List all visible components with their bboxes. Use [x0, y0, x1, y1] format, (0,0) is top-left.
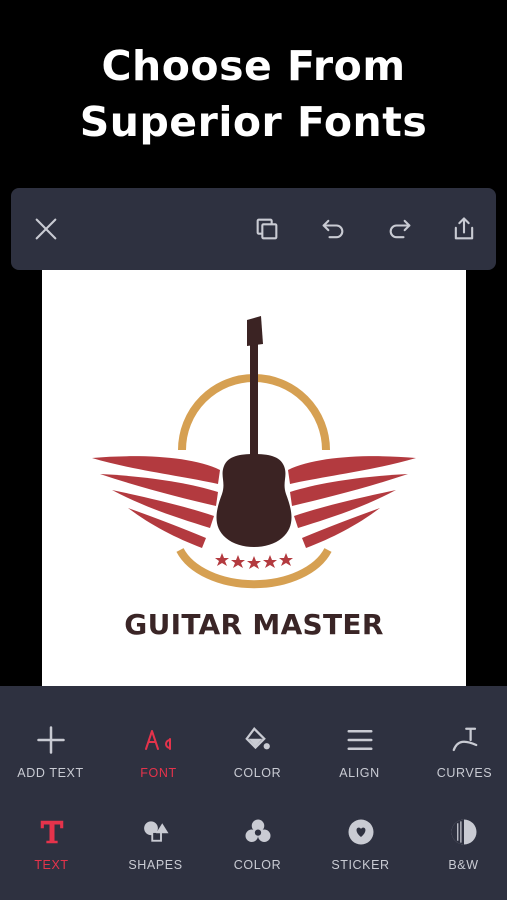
redo-icon[interactable] — [381, 210, 419, 248]
design-canvas[interactable]: GUITAR MASTER — [42, 270, 466, 686]
guitar-body — [216, 454, 292, 547]
duplicate-icon[interactable] — [248, 210, 286, 248]
text-icon — [36, 816, 68, 848]
guitar-headstock — [247, 316, 263, 346]
tool-text[interactable]: TEXT — [1, 812, 102, 892]
promo-headline: Choose From Superior Fonts — [0, 38, 507, 150]
tool-shapes[interactable]: SHAPES — [105, 812, 206, 892]
logo-bottom-arc — [176, 548, 332, 589]
logo-right-wing — [288, 456, 416, 548]
guitar-neck — [250, 340, 258, 470]
font-icon — [143, 724, 175, 756]
tool-label: ALIGN — [339, 766, 380, 780]
tool-align[interactable]: ALIGN — [309, 720, 410, 800]
guitar-logo-image[interactable] — [42, 270, 466, 610]
tool-label: CURVES — [436, 766, 493, 780]
tools-panel: ADD TEXT FONT COLOR ALIGN CURVES TEXT SH… — [0, 686, 507, 900]
tool-curves[interactable]: CURVES — [414, 720, 507, 800]
tool-label: STICKER — [331, 858, 390, 872]
editor-toolbar — [11, 188, 496, 270]
curves-icon — [449, 724, 481, 756]
headline-line-1: Choose From — [101, 42, 406, 90]
sticker-icon — [345, 816, 377, 848]
tool-label: COLOR — [233, 858, 282, 872]
tool-label: ADD TEXT — [17, 766, 84, 780]
tool-label: B&W — [448, 858, 479, 872]
tool-label: TEXT — [34, 858, 69, 872]
tool-label: COLOR — [233, 766, 282, 780]
tool-label: SHAPES — [128, 858, 183, 872]
tool-bw[interactable]: B&W — [413, 812, 507, 892]
shapes-icon — [140, 816, 172, 848]
tool-sticker[interactable]: STICKER — [310, 812, 411, 892]
tool-color-filter[interactable]: COLOR — [207, 812, 308, 892]
bw-icon — [448, 816, 480, 848]
undo-icon[interactable] — [314, 210, 352, 248]
tool-font[interactable]: FONT — [108, 720, 209, 800]
tool-color[interactable]: COLOR — [207, 720, 308, 800]
tool-label: FONT — [140, 766, 177, 780]
plus-icon — [35, 724, 67, 756]
align-icon — [344, 724, 376, 756]
tool-add-text[interactable]: ADD TEXT — [0, 720, 101, 800]
color-circles-icon — [242, 816, 274, 848]
logo-brand-text[interactable]: GUITAR MASTER — [42, 608, 466, 641]
paint-bucket-icon — [242, 724, 274, 756]
close-icon[interactable] — [27, 210, 65, 248]
logo-stars — [215, 553, 293, 569]
share-icon[interactable] — [445, 210, 483, 248]
logo-left-wing — [92, 456, 220, 548]
headline-line-2: Superior Fonts — [79, 98, 428, 146]
